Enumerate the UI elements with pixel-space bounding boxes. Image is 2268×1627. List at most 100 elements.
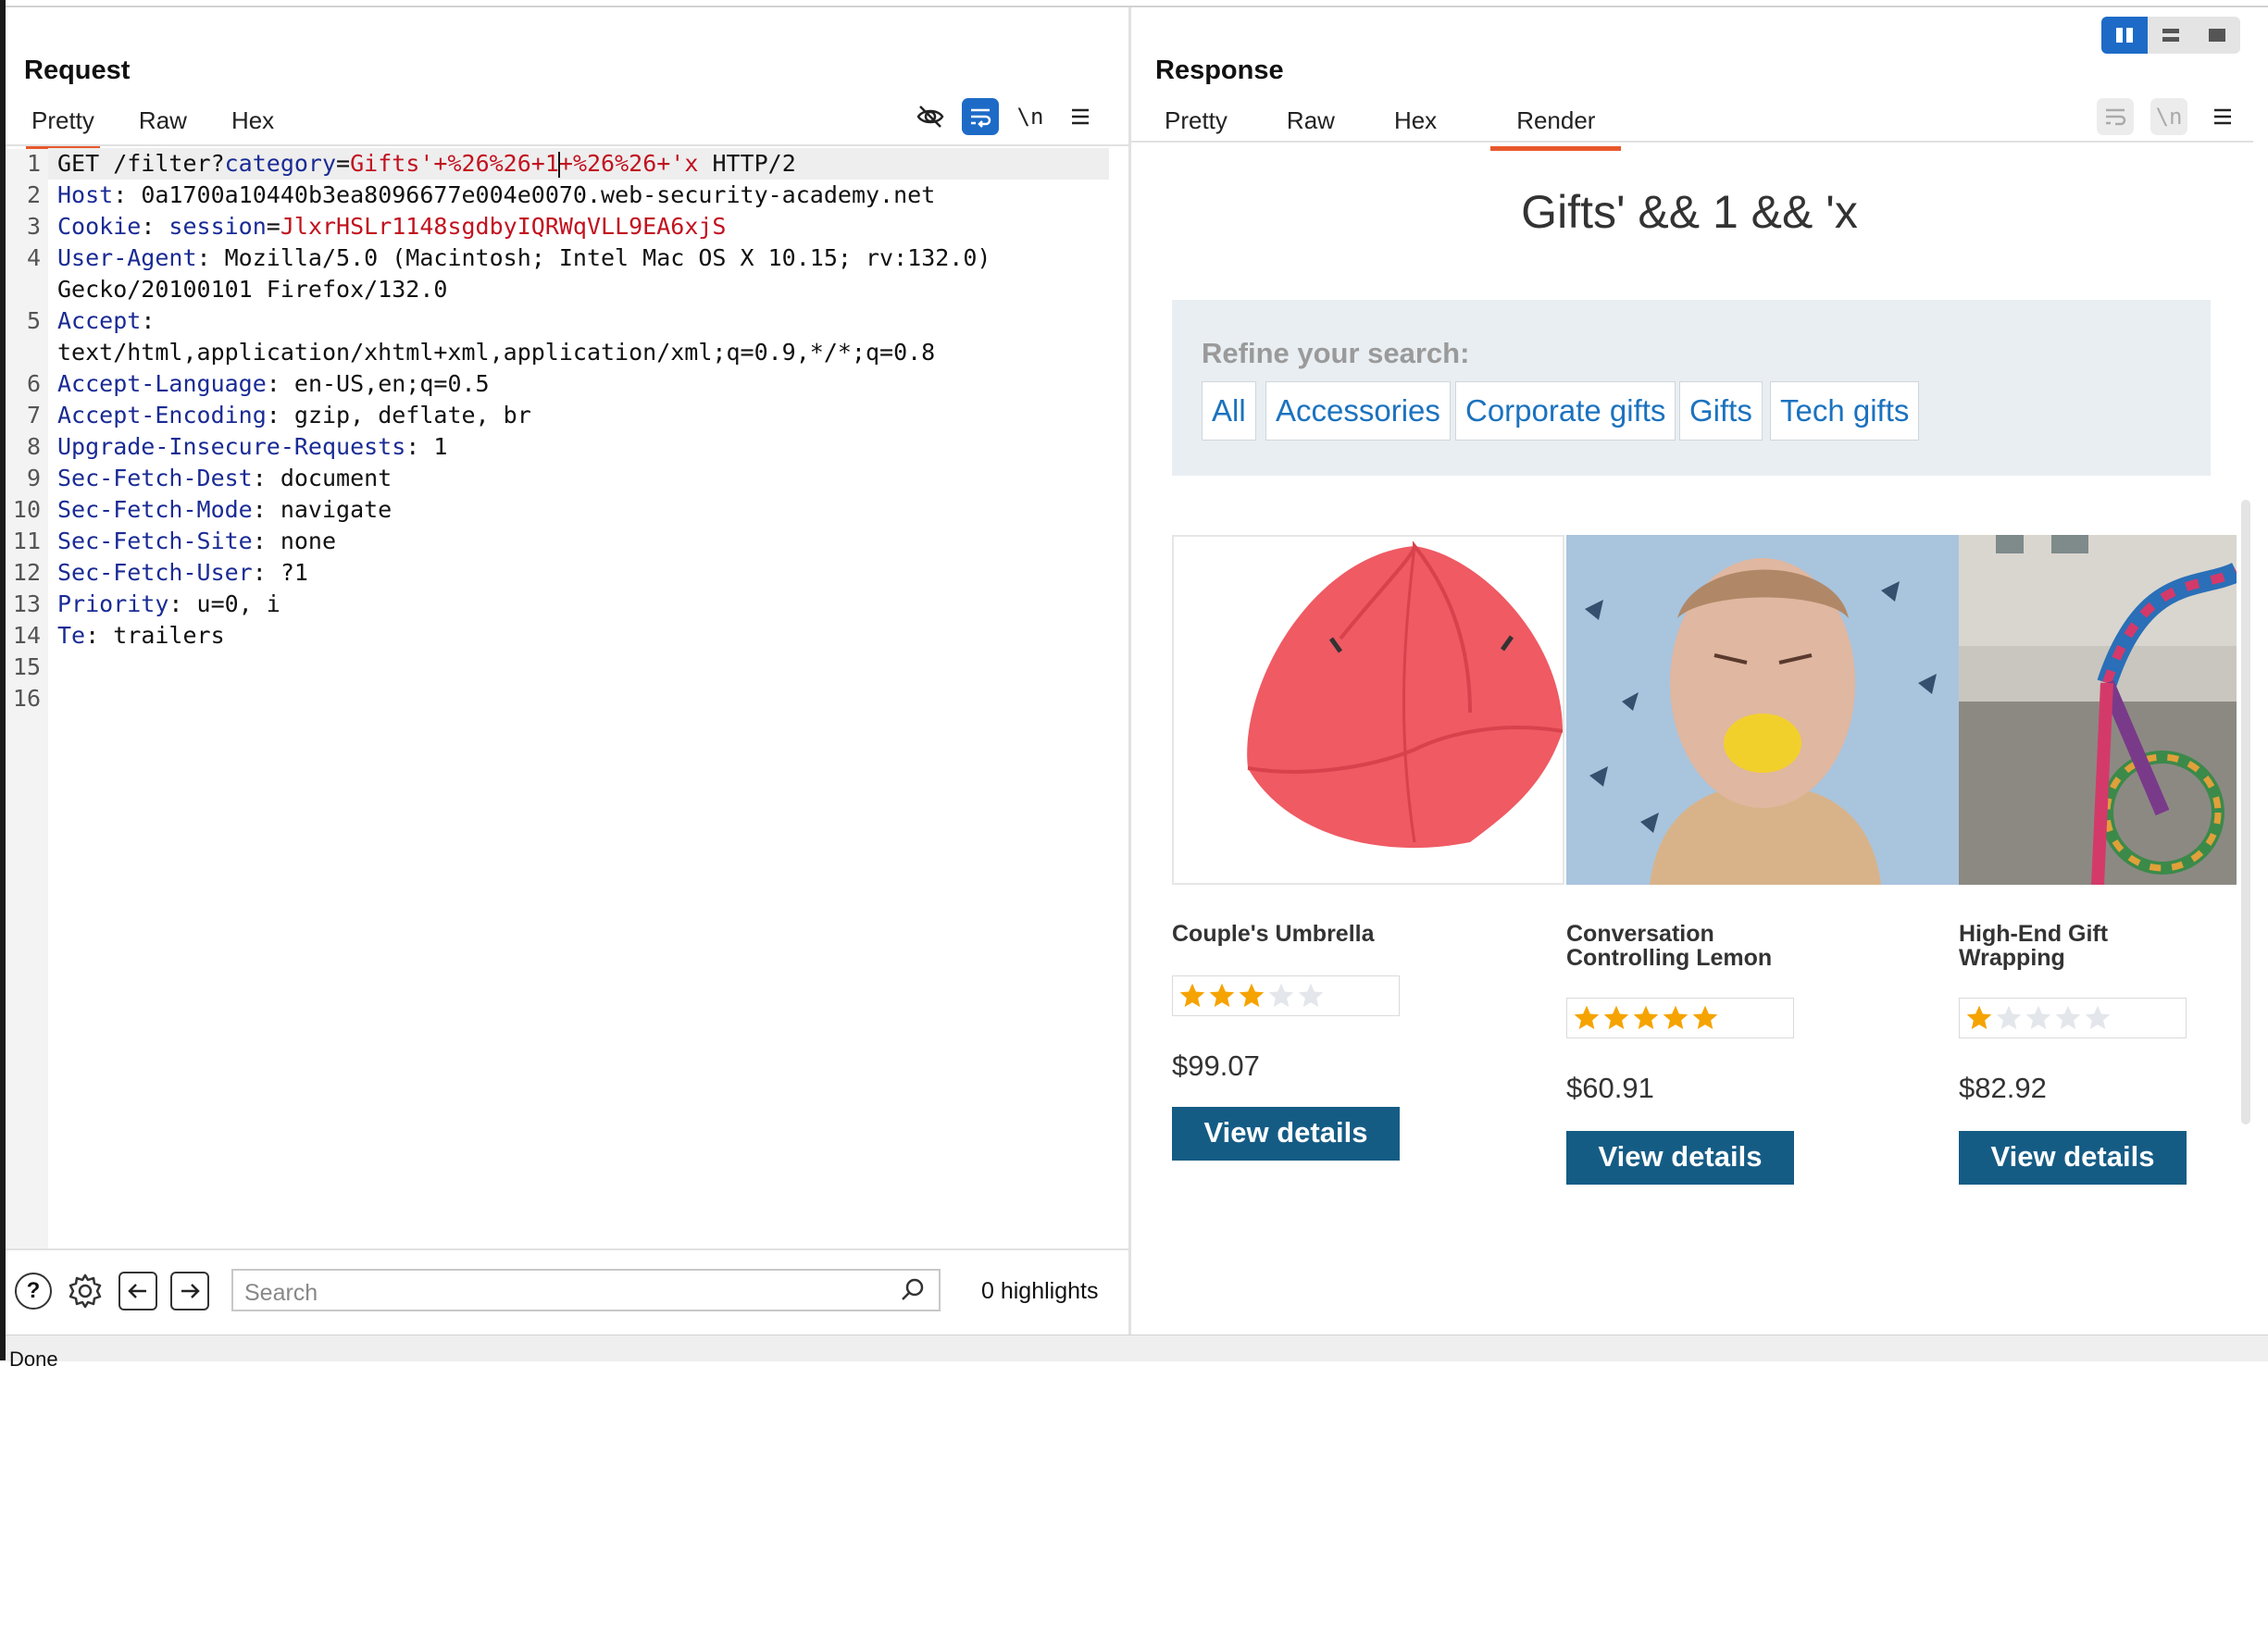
star-empty-icon xyxy=(1268,983,1294,1007)
gear-icon[interactable] xyxy=(65,1271,106,1311)
star-empty-icon xyxy=(2025,1005,2051,1029)
line-number: 1 xyxy=(26,150,41,177)
rating-stars xyxy=(1959,998,2187,1038)
header-line: Priority: u=0, i xyxy=(57,590,280,617)
star-filled-icon xyxy=(1239,983,1265,1007)
response-scrollbar[interactable] xyxy=(2241,500,2250,1124)
category-link-tech-gifts[interactable]: Tech gifts xyxy=(1770,381,1920,441)
status-bar xyxy=(6,1335,2268,1361)
response-title: Response xyxy=(1155,56,1284,85)
category-link-gifts[interactable]: Gifts xyxy=(1679,381,1763,441)
tab-pretty[interactable]: Pretty xyxy=(1159,102,1233,146)
response-tab-rule xyxy=(1131,141,2253,143)
star-empty-icon xyxy=(2085,1005,2111,1029)
product-price: $99.07 xyxy=(1172,1049,1260,1082)
param-name: category xyxy=(224,150,337,177)
layout-stacked-icon[interactable] xyxy=(2148,17,2194,54)
layout-side-by-side-icon[interactable] xyxy=(2101,17,2148,54)
line-number: 15 xyxy=(12,653,41,680)
status-text: Done xyxy=(9,1348,58,1371)
header-line: Upgrade-Insecure-Requests: 1 xyxy=(57,433,448,460)
header-line: Cookie: session=JlxrHSLr1148sgdbyIQRWqVL… xyxy=(57,213,727,240)
category-link-all[interactable]: All xyxy=(1202,381,1256,441)
star-filled-icon xyxy=(1692,1005,1718,1029)
response-toolbar: \n xyxy=(2097,98,2241,135)
menu-icon[interactable] xyxy=(1062,98,1099,135)
product-image-umbrella[interactable] xyxy=(1172,535,1564,885)
refine-label: Refine your search: xyxy=(1202,337,1470,369)
request-bottom-rule xyxy=(6,1248,1128,1250)
newline-icon[interactable]: \n xyxy=(2150,98,2187,135)
header-line: User-Agent: Mozilla/5.0 (Macintosh; Inte… xyxy=(57,244,991,271)
newline-icon[interactable]: \n xyxy=(1012,98,1049,135)
category-link-corporate-gifts[interactable]: Corporate gifts xyxy=(1455,381,1676,441)
header-line-continued: text/html,application/xhtml+xml,applicat… xyxy=(57,339,936,366)
line-number: 6 xyxy=(26,370,41,397)
request-title: Request xyxy=(24,56,131,85)
rating-stars xyxy=(1566,998,1794,1038)
hide-icon[interactable] xyxy=(912,98,949,135)
method-path: GET /filter? xyxy=(57,150,225,177)
line-number: 4 xyxy=(26,244,41,271)
tab-raw[interactable]: Raw xyxy=(133,102,193,146)
layout-single-icon[interactable] xyxy=(2194,17,2240,54)
rendered-heading: Gifts' && 1 && 'x xyxy=(1521,186,1858,238)
tab-render[interactable]: Render xyxy=(1490,102,1622,151)
request-line: GET /filter?category=Gifts'+%26%26+1+%26… xyxy=(57,150,796,178)
line-number: 8 xyxy=(26,433,41,460)
tab-hex[interactable]: Hex xyxy=(1389,102,1442,146)
back-arrow-icon[interactable] xyxy=(118,1272,157,1310)
search-input[interactable]: Search xyxy=(231,1269,941,1311)
star-filled-icon xyxy=(1633,1005,1659,1029)
search-placeholder: Search xyxy=(244,1280,318,1306)
product-name: High-End Gift Wrapping xyxy=(1959,921,2109,971)
word-wrap-icon[interactable] xyxy=(2097,98,2134,135)
view-details-button[interactable]: View details xyxy=(1172,1107,1400,1161)
header-line: Sec-Fetch-Mode: navigate xyxy=(57,496,393,523)
line-number: 11 xyxy=(12,528,41,554)
star-filled-icon xyxy=(1966,1005,1992,1029)
request-editor[interactable]: 1 GET /filter?category=Gifts'+%26%26+1+%… xyxy=(0,148,991,1627)
line-number: 2 xyxy=(26,181,41,208)
category-link-accessories[interactable]: Accessories xyxy=(1265,381,1451,441)
product-image-gift-wrapping[interactable] xyxy=(1959,535,2237,885)
protocol: HTTP/2 xyxy=(698,150,796,177)
rating-stars xyxy=(1172,975,1400,1016)
product-price: $60.91 xyxy=(1566,1072,1654,1104)
product-name: Conversation Controlling Lemon xyxy=(1566,921,1773,971)
star-empty-icon xyxy=(1996,1005,2022,1029)
request-bottom-toolbar: ? xyxy=(15,1271,209,1311)
line-number: 9 xyxy=(26,465,41,491)
header-line: Te: trailers xyxy=(57,622,225,649)
star-filled-icon xyxy=(1663,1005,1689,1029)
word-wrap-icon[interactable] xyxy=(962,98,999,135)
line-number: 16 xyxy=(12,685,41,712)
header-line: Accept: xyxy=(57,307,156,334)
star-filled-icon xyxy=(1179,983,1205,1007)
layout-switcher xyxy=(2101,17,2240,54)
line-number: 14 xyxy=(12,622,41,649)
line-number: 3 xyxy=(26,213,41,240)
header-line-continued: Gecko/20100101 Firefox/132.0 xyxy=(57,276,448,303)
line-number: 12 xyxy=(12,559,41,586)
top-border xyxy=(6,6,2268,7)
header-line: Host: 0a1700a10440b3ea8096677e004e0070.w… xyxy=(57,181,936,208)
view-details-button[interactable]: View details xyxy=(1959,1131,2187,1185)
param-value: Gifts'+%26%26+1 xyxy=(350,150,559,177)
star-empty-icon xyxy=(2055,1005,2081,1029)
menu-icon[interactable] xyxy=(2204,98,2241,135)
header-line: Sec-Fetch-Site: none xyxy=(57,528,337,554)
tab-hex[interactable]: Hex xyxy=(226,102,280,146)
forward-arrow-icon[interactable] xyxy=(170,1272,209,1310)
help-icon[interactable]: ? xyxy=(15,1273,52,1310)
view-details-button[interactable]: View details xyxy=(1566,1131,1794,1185)
pane-splitter[interactable] xyxy=(1128,7,1131,1335)
header-line: Sec-Fetch-User: ?1 xyxy=(57,559,308,586)
line-number: 13 xyxy=(12,590,41,617)
request-tab-rule xyxy=(6,144,1128,146)
product-price: $82.92 xyxy=(1959,1072,2047,1104)
header-line: Sec-Fetch-Dest: document xyxy=(57,465,393,491)
product-image-lemon[interactable] xyxy=(1566,535,1959,885)
tab-raw[interactable]: Raw xyxy=(1281,102,1340,146)
search-icon[interactable] xyxy=(900,1277,926,1308)
